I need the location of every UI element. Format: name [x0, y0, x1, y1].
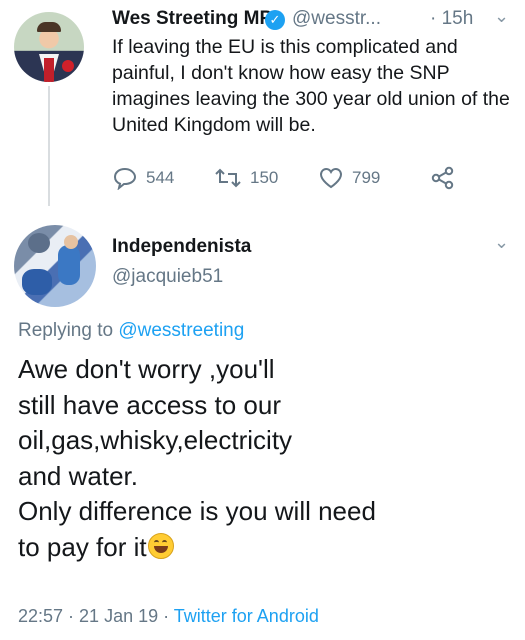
tweet-footer: 22:57 · 21 Jan 19 · Twitter for Android — [18, 606, 319, 627]
verified-badge-icon: ✓ — [265, 10, 285, 30]
retweet-count: 150 — [250, 168, 279, 187]
replying-to-prefix: Replying to — [18, 320, 119, 341]
tweet-text-line: still have access to our — [18, 389, 282, 420]
tweet-text-line: Only difference is you will need — [18, 496, 376, 526]
reply-count: 544 — [146, 168, 175, 187]
thread-connector-line — [48, 86, 50, 206]
author-avatar-wes-streeting[interactable] — [14, 12, 84, 82]
tweet-timestamp: 22:57 · 21 Jan 19 · — [18, 606, 174, 626]
tweet-text-line: to pay for it — [18, 531, 147, 562]
tweet-source-link[interactable]: Twitter for Android — [174, 606, 319, 626]
tweet-time[interactable]: · 15h — [430, 8, 473, 30]
reply-icon — [113, 167, 137, 190]
like-button[interactable]: 799 — [318, 166, 430, 190]
author-handle[interactable]: @wesstr... — [292, 8, 381, 30]
share-icon — [431, 166, 454, 190]
author-handle[interactable]: @jacquieb51 — [112, 266, 223, 288]
like-count: 799 — [352, 168, 381, 187]
reply-tweet-text: Awe don't worry ,you'll still have acces… — [18, 352, 508, 565]
grinning-sweat-emoji-icon — [147, 532, 174, 559]
tweet-text-line: and water. — [18, 460, 138, 491]
author-avatar-independenista[interactable] — [14, 225, 96, 307]
tweet-text-line: oil,gas,whisky,electricity — [18, 425, 293, 455]
author-name[interactable]: Independenista — [112, 236, 251, 258]
tweet-text-line: Awe don't worry ,you'll — [18, 354, 275, 384]
reply-button[interactable]: 544 — [112, 166, 214, 190]
replying-to-mention[interactable]: @wesstreeting — [118, 320, 244, 341]
retweet-button[interactable]: 150 — [214, 167, 318, 189]
retweet-icon — [215, 168, 241, 188]
replying-to-line: Replying to @wesstreeting — [18, 320, 244, 342]
tweet-actions-bar: 544 150 799 — [112, 166, 456, 190]
tweet-text: If leaving the EU is this complicated an… — [112, 36, 510, 136]
author-name[interactable]: Wes Streeting MP — [112, 8, 272, 30]
chevron-down-icon[interactable]: ⌄ — [494, 6, 509, 27]
tweet-text-last-line: to pay for it — [18, 530, 508, 566]
heart-icon — [319, 167, 343, 189]
chevron-down-icon[interactable]: ⌄ — [494, 232, 509, 253]
share-button[interactable] — [430, 166, 456, 190]
